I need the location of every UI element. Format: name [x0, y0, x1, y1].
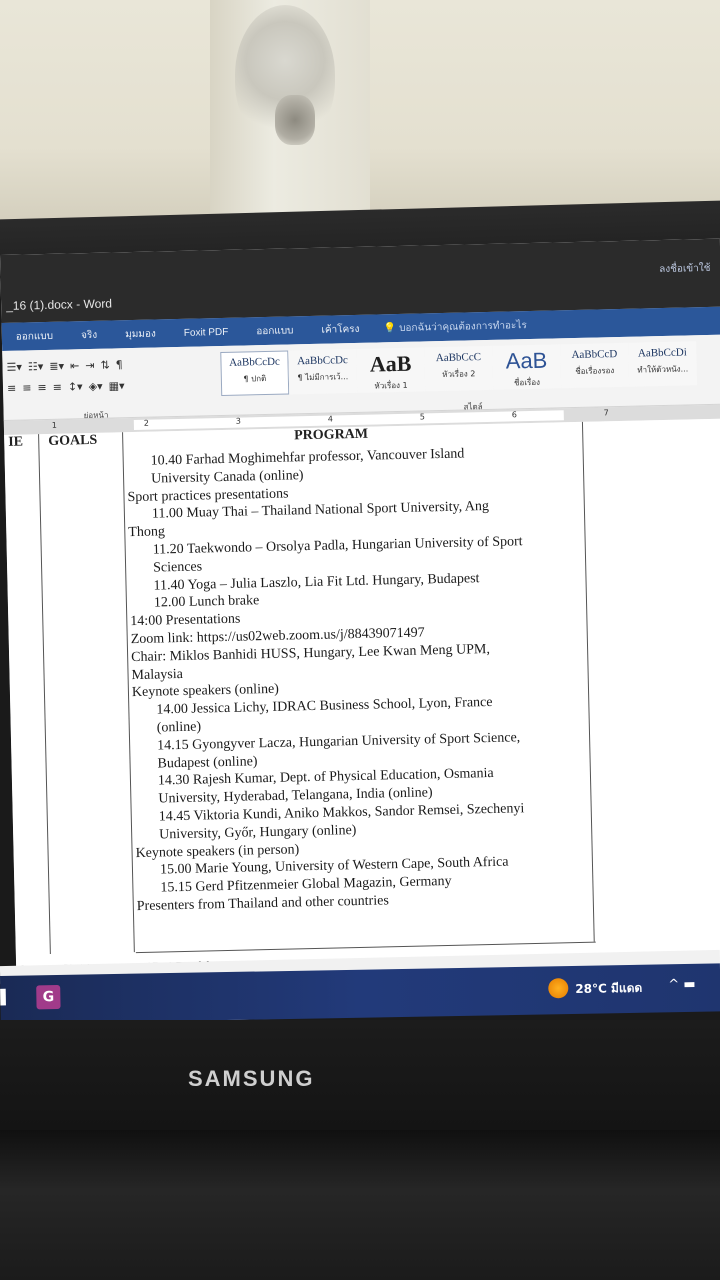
justify-icon[interactable]: ≡ [53, 381, 63, 394]
style-name: ¶ ปกติ [243, 373, 267, 384]
tab-design-2[interactable]: ออกแบบ [242, 323, 308, 339]
tab-real[interactable]: จริง [67, 327, 111, 343]
align-center-icon[interactable]: ≡ [22, 381, 32, 394]
style-normal[interactable]: AaBbCcDc ¶ ปกติ [220, 350, 290, 397]
style-emphasis[interactable]: AaBbCcDi ทำให้ตัวหนัง... [628, 341, 698, 387]
increase-indent-icon[interactable]: ⇥ [85, 359, 95, 372]
program-line: Sport practices presentations [127, 486, 289, 505]
program-line: (online) [156, 719, 202, 736]
program-line: 14.15 Gyongyver Lacza, Hungarian Univers… [157, 730, 521, 754]
program-line: Malaysia [131, 666, 184, 683]
line-spacing-icon[interactable]: ↕▾ [68, 380, 83, 393]
style-sample: AaB [505, 349, 548, 373]
style-name: ทำให้ตัวหนัง... [637, 364, 689, 375]
style-sample: AaBbCcD [571, 348, 618, 362]
laptop-screen: _16 (1).docx - Word ลงชื่อเข้าใช้ ออกแบบ… [0, 238, 720, 1025]
program-column-header: PROGRAM [294, 426, 369, 444]
multilevel-list-icon[interactable]: ≣▾ [49, 360, 64, 373]
foxit-app-icon[interactable]: G [36, 984, 61, 1010]
ruler-mark: 4 [327, 414, 334, 424]
align-right-icon[interactable]: ≡ [37, 381, 47, 394]
program-line: Budapest (online) [157, 753, 258, 772]
table-column-border [38, 434, 51, 955]
ruler-mark: 5 [419, 412, 425, 422]
ruler-mark: 1 [51, 420, 58, 430]
tell-me-label: บอกฉันว่าคุณต้องการทำอะไร [399, 319, 527, 334]
decrease-indent-icon[interactable]: ⇤ [70, 359, 80, 372]
sun-icon[interactable] [548, 978, 569, 999]
program-line: 11.20 Taekwondo – Orsolya Padla, Hungari… [152, 534, 523, 558]
program-line: Sciences [152, 559, 203, 576]
style-name: ชื่อเรื่องรอง [575, 366, 615, 376]
style-subtitle[interactable]: AaBbCcD ชื่อเรื่องรอง [560, 342, 630, 389]
lightbulb-icon: 💡 [383, 322, 397, 334]
program-line: Presenters from Thailand and other count… [136, 893, 389, 915]
style-heading-2[interactable]: AaBbCcC หัวเรื่อง 2 [424, 345, 494, 392]
tab-foxit-pdf[interactable]: Foxit PDF [170, 326, 243, 339]
time-column-header: IE [8, 434, 24, 450]
goals-column-header: GOALS [48, 432, 98, 449]
style-sample: AaB [369, 352, 412, 376]
wall-fan-motor [275, 95, 315, 145]
style-name: ชื่อเรื่อง [513, 377, 541, 388]
shading-icon[interactable]: ◈▾ [88, 380, 102, 393]
program-line: 10.40 Farhad Moghimehfar professor, Vanc… [150, 446, 465, 469]
style-name: ¶ ไม่มีการเว้... [297, 372, 349, 383]
laptop-keyboard-area [0, 1130, 720, 1280]
brand-logo: SAMSUNG [188, 1066, 315, 1091]
tab-layout[interactable]: เค้าโครง [307, 321, 373, 337]
laptop-bottom-bezel [0, 1020, 720, 1130]
program-line: 12.00 Lunch brake [153, 593, 260, 611]
style-sample: AaBbCcDi [637, 346, 687, 360]
style-sample: AaBbCcDc [229, 355, 280, 369]
tray-chevron-icon[interactable]: ^ ▬ [668, 977, 696, 992]
style-no-spacing[interactable]: AaBbCcDc ¶ ไม่มีการเว้... [288, 348, 358, 395]
style-sample: AaBbCcDc [296, 354, 348, 368]
ruler-mark: 6 [511, 410, 517, 420]
bullets-icon[interactable]: ☰▾ [6, 361, 22, 374]
program-line: University Canada (online) [150, 467, 304, 487]
style-sample: AaBbCcC [435, 351, 482, 365]
weather-widget[interactable]: 28°C มีแดด [575, 979, 642, 999]
sign-in-link[interactable]: ลงชื่อเข้าใช้ [659, 261, 711, 277]
style-name: หัวเรื่อง 2 [442, 369, 476, 379]
show-marks-icon[interactable]: ¶ [116, 358, 123, 371]
program-line: University, Győr, Hungary (online) [159, 822, 357, 843]
tab-view[interactable]: มุมมอง [111, 326, 170, 342]
style-name: หัวเรื่อง 1 [374, 380, 408, 391]
paragraph-group: ☰▾ ☷▾ ≣▾ ⇤ ⇥ ⇅ ¶ ≡ ≡ ≡ ≡ ↕▾ ◈▾ ▦▾ [2, 352, 218, 407]
styles-gallery: AaBbCcDc ¶ ปกติ AaBbCcDc ¶ ไม่มีการเว้..… [220, 341, 720, 402]
numbering-icon[interactable]: ☷▾ [28, 360, 44, 373]
ruler-mark: 7 [603, 408, 609, 418]
ruler-mark: 3 [235, 416, 242, 426]
style-heading-1[interactable]: AaB หัวเรื่อง 1 [356, 347, 426, 393]
program-line: 14:00 Presentations [130, 611, 241, 630]
style-title[interactable]: AaB ชื่อเรื่อง [492, 344, 562, 390]
table-row-border [135, 941, 596, 954]
document-page[interactable]: IE GOALS PROGRAM 10.40 Farhad Moghimehfa… [4, 418, 720, 995]
borders-icon[interactable]: ▦▾ [108, 379, 124, 392]
ruler-mark: 2 [143, 418, 150, 428]
sort-icon[interactable]: ⇅ [100, 359, 110, 372]
start-icon[interactable]: ▌ [0, 990, 14, 1006]
program-line: Thong [128, 524, 166, 541]
table-column-border [581, 421, 595, 942]
align-left-icon[interactable]: ≡ [7, 382, 17, 395]
document-title: _16 (1).docx - Word [5, 296, 113, 313]
program-line: 11.40 Yoga – Julia Laszlo, Lia Fit Ltd. … [153, 570, 480, 594]
tell-me-search[interactable]: 💡 บอกฉันว่าคุณต้องการทำอะไร [373, 318, 527, 336]
tab-design[interactable]: ออกแบบ [2, 328, 68, 344]
program-line: Keynote speakers (online) [131, 682, 280, 701]
program-line: Keynote speakers (in person) [135, 841, 300, 861]
